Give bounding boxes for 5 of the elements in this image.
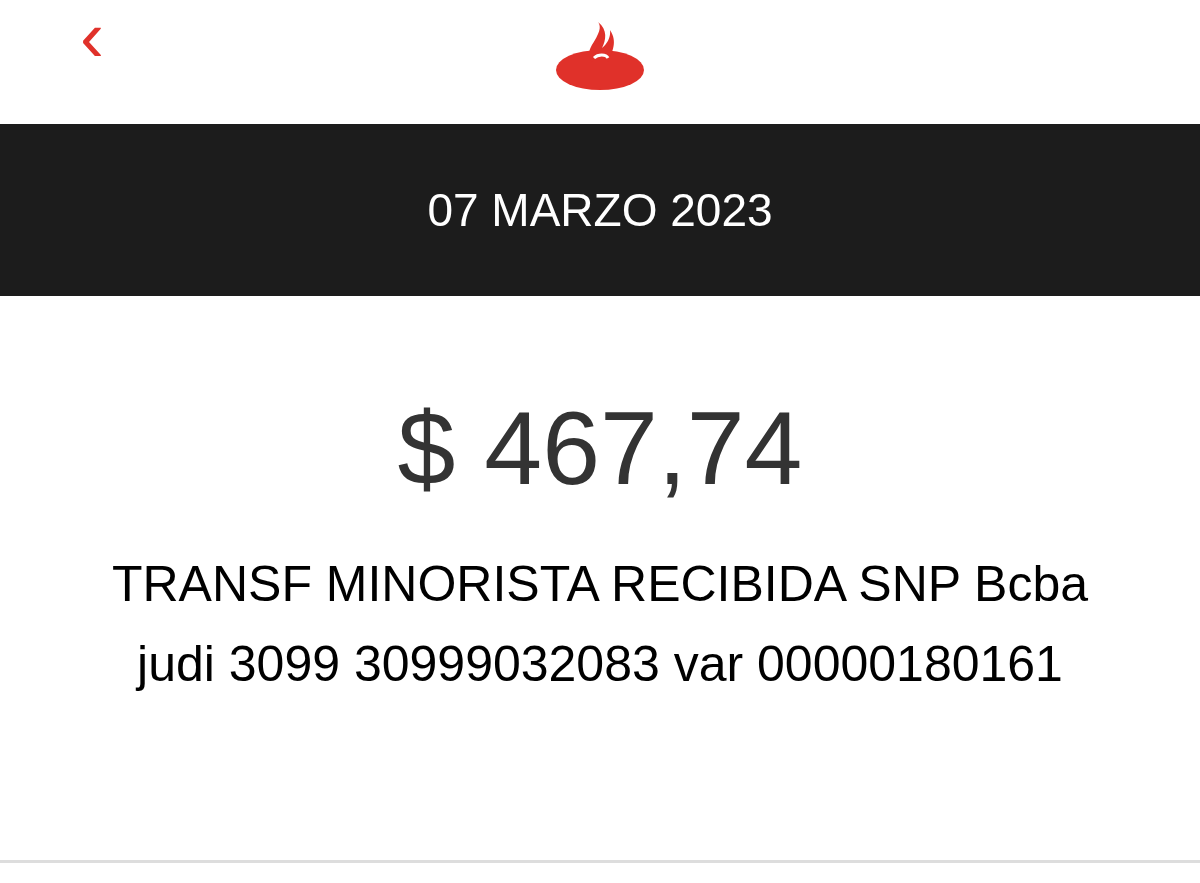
- flame-logo-icon: [554, 22, 646, 90]
- amount-text: $ 467,74: [397, 396, 803, 500]
- description-text: TRANSF MINORISTA RECIBIDA SNP Bcba judi 3099 30999032083 var 00000180161: [110, 555, 1090, 694]
- back-button[interactable]: ‹: [72, 0, 112, 72]
- date-text: 07 MARZO 2023: [427, 187, 773, 233]
